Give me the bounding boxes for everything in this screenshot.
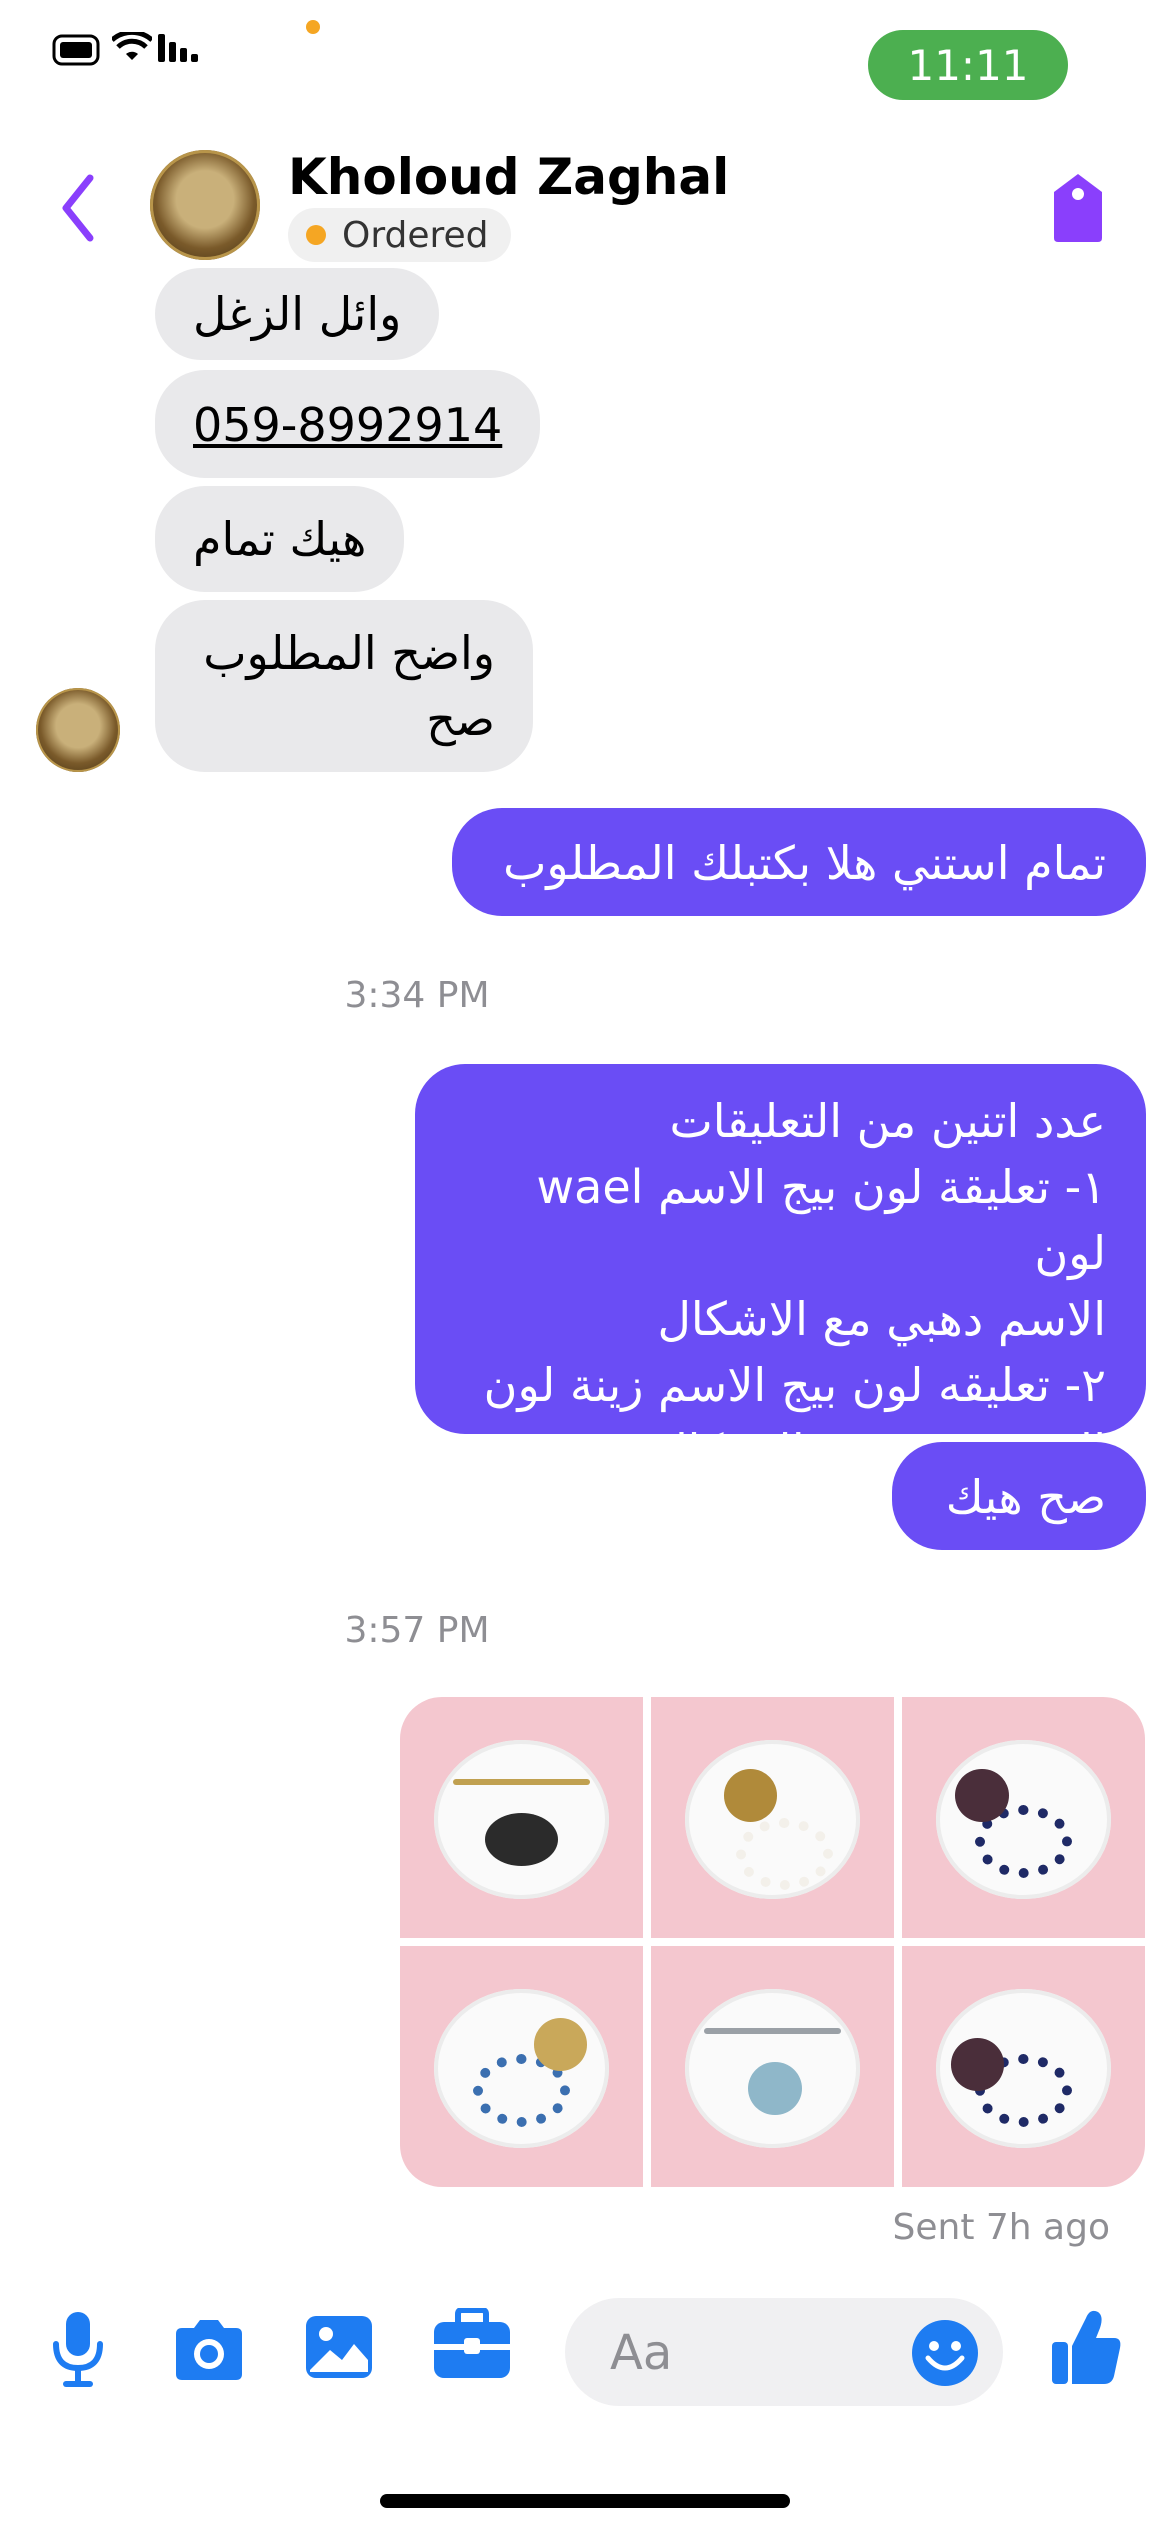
- image-charm: [748, 2061, 802, 2115]
- image-charm: [533, 2018, 588, 2072]
- order-status-dot: [306, 225, 326, 245]
- image-charm: [955, 1769, 1009, 1823]
- photo-gallery-icon[interactable]: [304, 2312, 374, 2382]
- wifi-icon: [112, 32, 152, 60]
- image-charm: [485, 1812, 558, 1866]
- status-time: 11:11: [868, 30, 1068, 100]
- outgoing-message[interactable]: تمام استني هلا بكتبلك المطلوب: [452, 808, 1146, 916]
- signal-icon: [158, 34, 198, 62]
- attachment-image[interactable]: [651, 1946, 894, 2187]
- image-attachment-grid[interactable]: [400, 1697, 1145, 2187]
- message-timestamp: 3:57 PM: [344, 1610, 490, 1651]
- image-pin: [704, 2027, 841, 2034]
- message-text: هيك تمام: [193, 512, 367, 566]
- message-text: وائل الزغل: [193, 287, 402, 341]
- attachment-image[interactable]: [902, 1697, 1145, 1938]
- message-text: تمام استني هلا بكتبلك المطلوب: [503, 836, 1106, 890]
- incoming-message[interactable]: واضح المطلوب صح: [155, 600, 533, 772]
- outgoing-message[interactable]: صح هيك: [892, 1442, 1146, 1550]
- thumbs-up-icon[interactable]: [1050, 2306, 1124, 2386]
- incoming-message[interactable]: هيك تمام: [155, 486, 405, 592]
- message-text: الاسم دهبي مع الاشكال: [657, 1292, 1106, 1346]
- back-chevron-icon[interactable]: [52, 168, 102, 248]
- message-input-placeholder: Aa: [610, 2325, 673, 2381]
- image-beads: [736, 1817, 834, 1890]
- contact-name[interactable]: Kholoud Zaghal: [288, 148, 729, 206]
- sent-status: Sent 7h ago: [892, 2207, 1110, 2248]
- emoji-icon[interactable]: [910, 2318, 980, 2388]
- message-text: ١- تعليقة لون بيج الاسم wael لون: [536, 1160, 1106, 1280]
- attachment-image[interactable]: [651, 1697, 894, 1938]
- image-pin: [453, 1778, 590, 1785]
- order-status-label: Ordered: [342, 214, 489, 256]
- contact-avatar[interactable]: [150, 150, 260, 260]
- microphone-icon[interactable]: [50, 2310, 106, 2390]
- attachment-image[interactable]: [400, 1697, 643, 1938]
- home-indicator: [380, 2494, 790, 2508]
- message-text: واضح المطلوب: [203, 626, 495, 680]
- message-timestamp: 3:34 PM: [344, 975, 490, 1016]
- attachment-image[interactable]: [400, 1946, 643, 2187]
- incoming-message[interactable]: 059-8992914: [155, 370, 541, 478]
- outgoing-message[interactable]: عدد اتنين من التعليقات ١- تعليقة لون بيج…: [415, 1064, 1146, 1478]
- message-text: صح هيك: [945, 1470, 1106, 1524]
- message-text: عدد اتنين من التعليقات: [669, 1094, 1106, 1148]
- incoming-message[interactable]: وائل الزغل: [155, 268, 440, 360]
- order-status-badge[interactable]: Ordered: [288, 208, 511, 262]
- contact-avatar-small[interactable]: [36, 688, 120, 772]
- attachment-image[interactable]: [902, 1946, 1145, 2187]
- briefcase-icon[interactable]: [432, 2308, 512, 2382]
- status-bar: 11:11: [0, 0, 1170, 140]
- message-text: صح: [426, 692, 495, 746]
- message-text: ٢- تعليقه لون بيج الاسم زينة لون: [483, 1358, 1106, 1412]
- image-charm: [950, 2037, 1005, 2091]
- camera-icon[interactable]: [170, 2318, 248, 2382]
- tag-icon[interactable]: [1048, 170, 1108, 245]
- phone-link[interactable]: 059-8992914: [193, 398, 502, 452]
- recording-indicator-dot: [306, 20, 320, 34]
